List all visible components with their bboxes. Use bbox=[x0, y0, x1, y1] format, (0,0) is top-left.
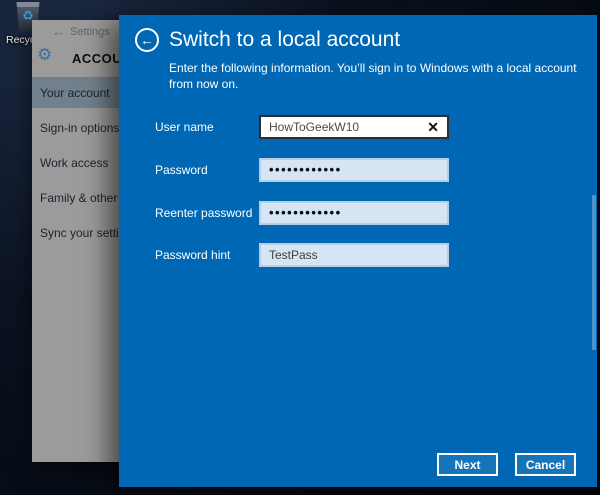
sidebar-item-label: Your account bbox=[40, 85, 110, 100]
username-input[interactable]: HowToGeekW10 ✕ bbox=[259, 115, 449, 139]
settings-back-icon[interactable]: ← bbox=[52, 24, 65, 40]
sidebar-item-label: Work access bbox=[40, 155, 109, 170]
dialog-back-button[interactable]: ← bbox=[135, 28, 159, 52]
reenter-password-value: •••••••••••• bbox=[269, 204, 342, 220]
cancel-button[interactable]: Cancel bbox=[515, 453, 576, 476]
recycle-bin-rim bbox=[16, 2, 40, 7]
password-hint-label: Password hint bbox=[155, 248, 231, 262]
switch-to-local-account-dialog: ← Switch to a local account Enter the fo… bbox=[119, 15, 597, 487]
username-label: User name bbox=[155, 120, 214, 134]
password-label: Password bbox=[155, 163, 208, 177]
clear-input-icon[interactable]: ✕ bbox=[427, 119, 439, 136]
sidebar-item-label: Sign-in options bbox=[40, 120, 120, 135]
gear-icon: ⚙ bbox=[37, 45, 53, 64]
settings-window-title: Settings bbox=[70, 26, 110, 38]
scrollbar-thumb[interactable] bbox=[592, 195, 596, 350]
password-input[interactable]: •••••••••••• bbox=[259, 158, 449, 182]
password-value: •••••••••••• bbox=[269, 161, 342, 177]
username-value: HowToGeekW10 bbox=[269, 120, 360, 134]
reenter-password-label: Reenter password bbox=[155, 206, 253, 220]
password-hint-value: TestPass bbox=[269, 248, 318, 262]
dialog-subtitle: Enter the following information. You’ll … bbox=[169, 61, 577, 91]
next-button[interactable]: Next bbox=[437, 453, 498, 476]
password-hint-input[interactable]: TestPass bbox=[259, 243, 449, 267]
reenter-password-input[interactable]: •••••••••••• bbox=[259, 201, 449, 225]
dialog-title: Switch to a local account bbox=[169, 28, 401, 51]
back-arrow-icon: ← bbox=[140, 32, 154, 48]
